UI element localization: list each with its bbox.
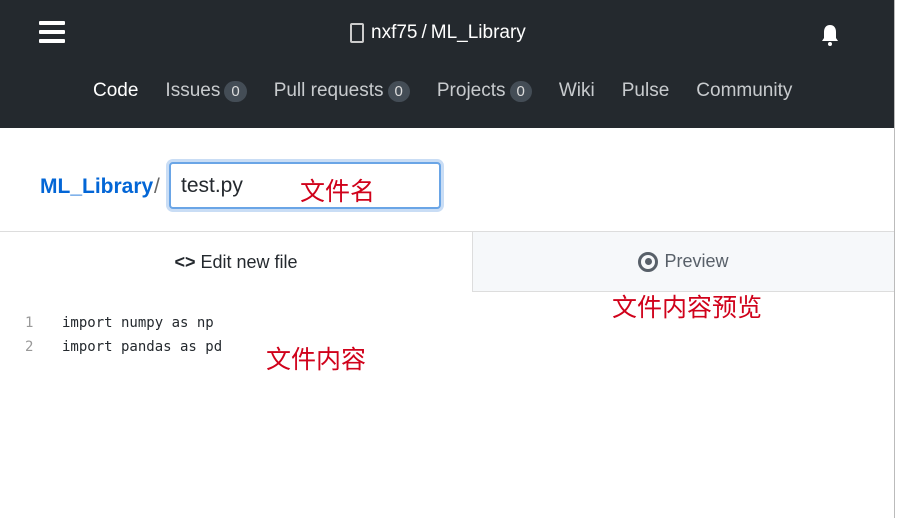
nav-label: Wiki: [558, 80, 595, 101]
tab-label: Preview: [664, 251, 729, 271]
nav-issues[interactable]: Issues 0: [165, 80, 247, 102]
count-badge: 0: [509, 80, 532, 102]
bell-icon[interactable]: [820, 24, 840, 46]
repo-icon: [350, 23, 364, 43]
count-badge: 0: [387, 80, 410, 102]
repo-link[interactable]: ML_Library: [431, 22, 526, 44]
annotation-content: 文件内容: [266, 345, 367, 374]
nav-label: Issues: [165, 80, 221, 101]
tab-edit-new-file[interactable]: <> Edit new file: [0, 232, 472, 292]
line-number: 1: [25, 315, 34, 331]
nav-label: Pulse: [621, 80, 670, 101]
annotation-filename: 文件名: [300, 177, 376, 206]
nav-label: Pull requests: [273, 80, 384, 101]
code-editor[interactable]: 1 import numpy as np 2 import pandas as pd: [0, 311, 222, 359]
code-line: 1 import numpy as np: [0, 311, 222, 335]
repo-title: nxf75 / ML_Library: [350, 22, 526, 44]
nav-code[interactable]: Code: [93, 80, 138, 102]
nav-community[interactable]: Community: [696, 80, 792, 102]
annotation-preview: 文件内容预览: [612, 293, 763, 322]
tab-preview[interactable]: Preview: [472, 232, 894, 292]
repo-separator: /: [421, 22, 427, 43]
repo-nav: Code Issues 0 Pull requests 0 Projects 0 Wi…: [93, 80, 819, 102]
code-icon: <>: [174, 251, 196, 272]
nav-label: Code: [93, 80, 139, 101]
nav-projects[interactable]: Projects 0: [437, 80, 532, 102]
count-badge: 0: [224, 80, 247, 102]
line-code: import numpy as np: [62, 315, 214, 331]
line-code: import pandas as pd: [62, 339, 223, 355]
breadcrumb-repo-link[interactable]: ML_Library: [40, 175, 153, 199]
eye-icon: [638, 251, 659, 272]
line-number: 2: [25, 339, 34, 355]
tab-label: Edit new file: [200, 251, 298, 272]
nav-label: Community: [696, 80, 793, 101]
hamburger-menu-icon[interactable]: [39, 21, 65, 43]
code-line: 2 import pandas as pd: [0, 335, 222, 359]
nav-label: Projects: [436, 80, 506, 101]
nav-pulse[interactable]: Pulse: [622, 80, 670, 102]
window-edge: [894, 0, 895, 518]
nav-pull-requests[interactable]: Pull requests 0: [274, 80, 410, 102]
breadcrumb-separator: /: [154, 175, 160, 198]
nav-wiki[interactable]: Wiki: [559, 80, 595, 102]
owner-link[interactable]: nxf75: [371, 22, 417, 44]
header: nxf75 / ML_Library Code Issues 0 Pull req…: [0, 0, 894, 128]
